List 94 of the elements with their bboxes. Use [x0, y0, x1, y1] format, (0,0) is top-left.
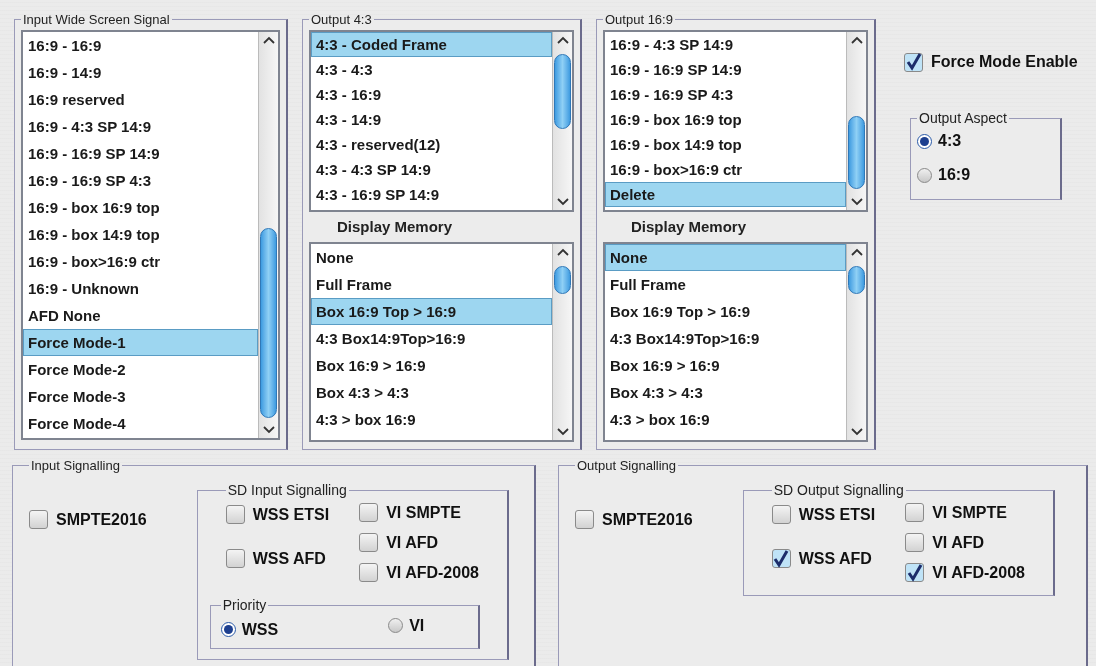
scroll-up-icon[interactable]: [851, 35, 863, 44]
scroll-down-icon[interactable]: [263, 425, 275, 434]
list-item[interactable]: Box 4:3 > 4:3: [605, 378, 846, 406]
list-item[interactable]: 16:9 reserved: [23, 85, 258, 113]
group-title: SD Input Signalling: [226, 480, 348, 500]
list-item[interactable]: 16:9 - box>16:9 ctr: [605, 156, 846, 182]
list-item[interactable]: 4:3 - 16:9: [311, 81, 552, 107]
list-item[interactable]: Full Frame: [605, 270, 846, 298]
scroll-up-icon[interactable]: [851, 247, 863, 256]
list-item[interactable]: Full Frame: [311, 270, 552, 298]
list-item[interactable]: Force Mode-3: [23, 382, 258, 410]
list-item[interactable]: Force Mode-1: [23, 328, 258, 356]
scroll-down-icon[interactable]: [851, 427, 863, 436]
scroll-down-icon[interactable]: [557, 427, 569, 436]
checkbox[interactable]: VI AFD-2008: [905, 560, 1025, 585]
list-item[interactable]: 4:3 - 16:9 SP 14:9: [311, 181, 552, 207]
radio-button[interactable]: VI: [388, 609, 425, 642]
list-item[interactable]: 16:9 - 16:9: [23, 31, 258, 59]
list-item[interactable]: 16:9 - 4:3 SP 14:9: [23, 112, 258, 140]
list-item[interactable]: 16:9 - box 16:9 top: [23, 193, 258, 221]
checkbox[interactable]: VI SMPTE: [359, 500, 479, 525]
checkbox[interactable]: VI AFD: [359, 530, 479, 555]
list-item[interactable]: 16:9 - 16:9 SP 4:3: [605, 81, 846, 107]
scroll-up-icon[interactable]: [557, 35, 569, 44]
group-title: Output 16:9: [604, 11, 674, 29]
list-item[interactable]: 16:9 - box 14:9 top: [23, 220, 258, 248]
list-item[interactable]: 16:9 - 16:9 SP 14:9: [605, 56, 846, 82]
scrollbar[interactable]: [846, 243, 866, 440]
section-label: Display Memory: [336, 216, 454, 237]
list-item[interactable]: None: [605, 243, 846, 271]
scroll-thumb[interactable]: [554, 53, 571, 129]
list-item[interactable]: 4:3 - 14:9: [311, 106, 552, 132]
group-title: Output Signalling: [576, 457, 677, 475]
group-title: Input Wide Screen Signal: [22, 11, 171, 29]
checkbox[interactable]: VI SMPTE: [905, 500, 1025, 525]
checkmark-icon: [773, 549, 790, 568]
list-item[interactable]: Box 16:9 Top > 16:9: [311, 297, 552, 325]
list-item[interactable]: Box 16:9 Top > 16:9: [605, 297, 846, 325]
list-item[interactable]: 4:3 Box14:9Top>16:9: [311, 324, 552, 352]
scroll-up-icon[interactable]: [263, 35, 275, 44]
list-item[interactable]: 16:9 - box 16:9 top: [605, 106, 846, 132]
checkmark-icon: [906, 563, 923, 582]
group-title: Priority: [221, 595, 268, 615]
list-item[interactable]: 4:3 > box 16:9: [311, 405, 552, 433]
radio-button[interactable]: 16:9: [917, 163, 1054, 187]
list-item[interactable]: Delete: [605, 181, 846, 207]
scrollbar[interactable]: [552, 243, 572, 440]
checkbox[interactable]: WSS ETSI: [771, 502, 876, 527]
list-item[interactable]: 16:9 - box>16:9 ctr: [23, 247, 258, 275]
scrollbar[interactable]: [552, 31, 572, 210]
checkmark-icon: [905, 53, 922, 71]
list-item[interactable]: 16:9 - 16:9 SP 4:3: [23, 166, 258, 194]
checkbox[interactable]: WSS ETSI: [225, 502, 330, 527]
list-item[interactable]: 4:3 > box 16:9: [605, 405, 846, 433]
list-item[interactable]: Box 16:9 > 16:9: [311, 351, 552, 379]
list-item[interactable]: Box 16:9 > 16:9: [605, 351, 846, 379]
list-item[interactable]: Force Mode-2: [23, 355, 258, 383]
list-item[interactable]: 4:3 - reserved(12): [311, 131, 552, 157]
radio-button[interactable]: 4:3: [917, 129, 1054, 153]
list-item[interactable]: None: [311, 243, 552, 271]
scrollbar[interactable]: [846, 31, 866, 210]
list-item[interactable]: Force Mode-4: [23, 409, 258, 437]
list-item[interactable]: 16:9 - 16:9 SP 14:9: [23, 139, 258, 167]
list-item[interactable]: 4:3 - Coded Frame: [311, 31, 552, 57]
list-item[interactable]: Box 4:3 > 4:3: [311, 378, 552, 406]
list-item[interactable]: 16:9 - Unknown: [23, 274, 258, 302]
scroll-down-icon[interactable]: [851, 197, 863, 206]
list-item[interactable]: 16:9 - box 14:9 top: [605, 131, 846, 157]
list-item[interactable]: 16:9 - 14:9: [23, 58, 258, 86]
scroll-thumb[interactable]: [260, 227, 277, 418]
list-item[interactable]: AFD None: [23, 301, 258, 329]
scroll-thumb[interactable]: [554, 265, 571, 294]
list-item[interactable]: 4:3 - 4:3: [311, 56, 552, 82]
group-title: Output 4:3: [310, 11, 373, 29]
scrollbar[interactable]: [258, 31, 278, 438]
radio-button[interactable]: WSS: [220, 617, 279, 642]
checkbox[interactable]: WSS AFD: [771, 546, 876, 571]
checkbox[interactable]: VI AFD-2008: [359, 560, 479, 585]
checkbox[interactable]: SMPTE2016: [29, 507, 147, 532]
list-item[interactable]: 16:9 - 4:3 SP 14:9: [605, 31, 846, 57]
group-title: SD Output Signalling: [772, 480, 905, 500]
checkbox[interactable]: WSS AFD: [225, 546, 330, 571]
list-item[interactable]: 4:3 - 4:3 SP 14:9: [311, 156, 552, 182]
list-item[interactable]: 4:3 Box14:9Top>16:9: [605, 324, 846, 352]
scroll-up-icon[interactable]: [557, 247, 569, 256]
group-title: Output Aspect: [918, 109, 1008, 128]
scroll-thumb[interactable]: [848, 265, 865, 294]
checkbox[interactable]: Force Mode Enable: [904, 50, 1078, 74]
checkbox[interactable]: VI AFD: [905, 530, 1025, 555]
section-label: Display Memory: [630, 216, 748, 237]
scroll-thumb[interactable]: [848, 115, 865, 189]
scroll-down-icon[interactable]: [557, 197, 569, 206]
group-title: Input Signalling: [30, 457, 121, 475]
checkbox[interactable]: SMPTE2016: [575, 507, 693, 532]
